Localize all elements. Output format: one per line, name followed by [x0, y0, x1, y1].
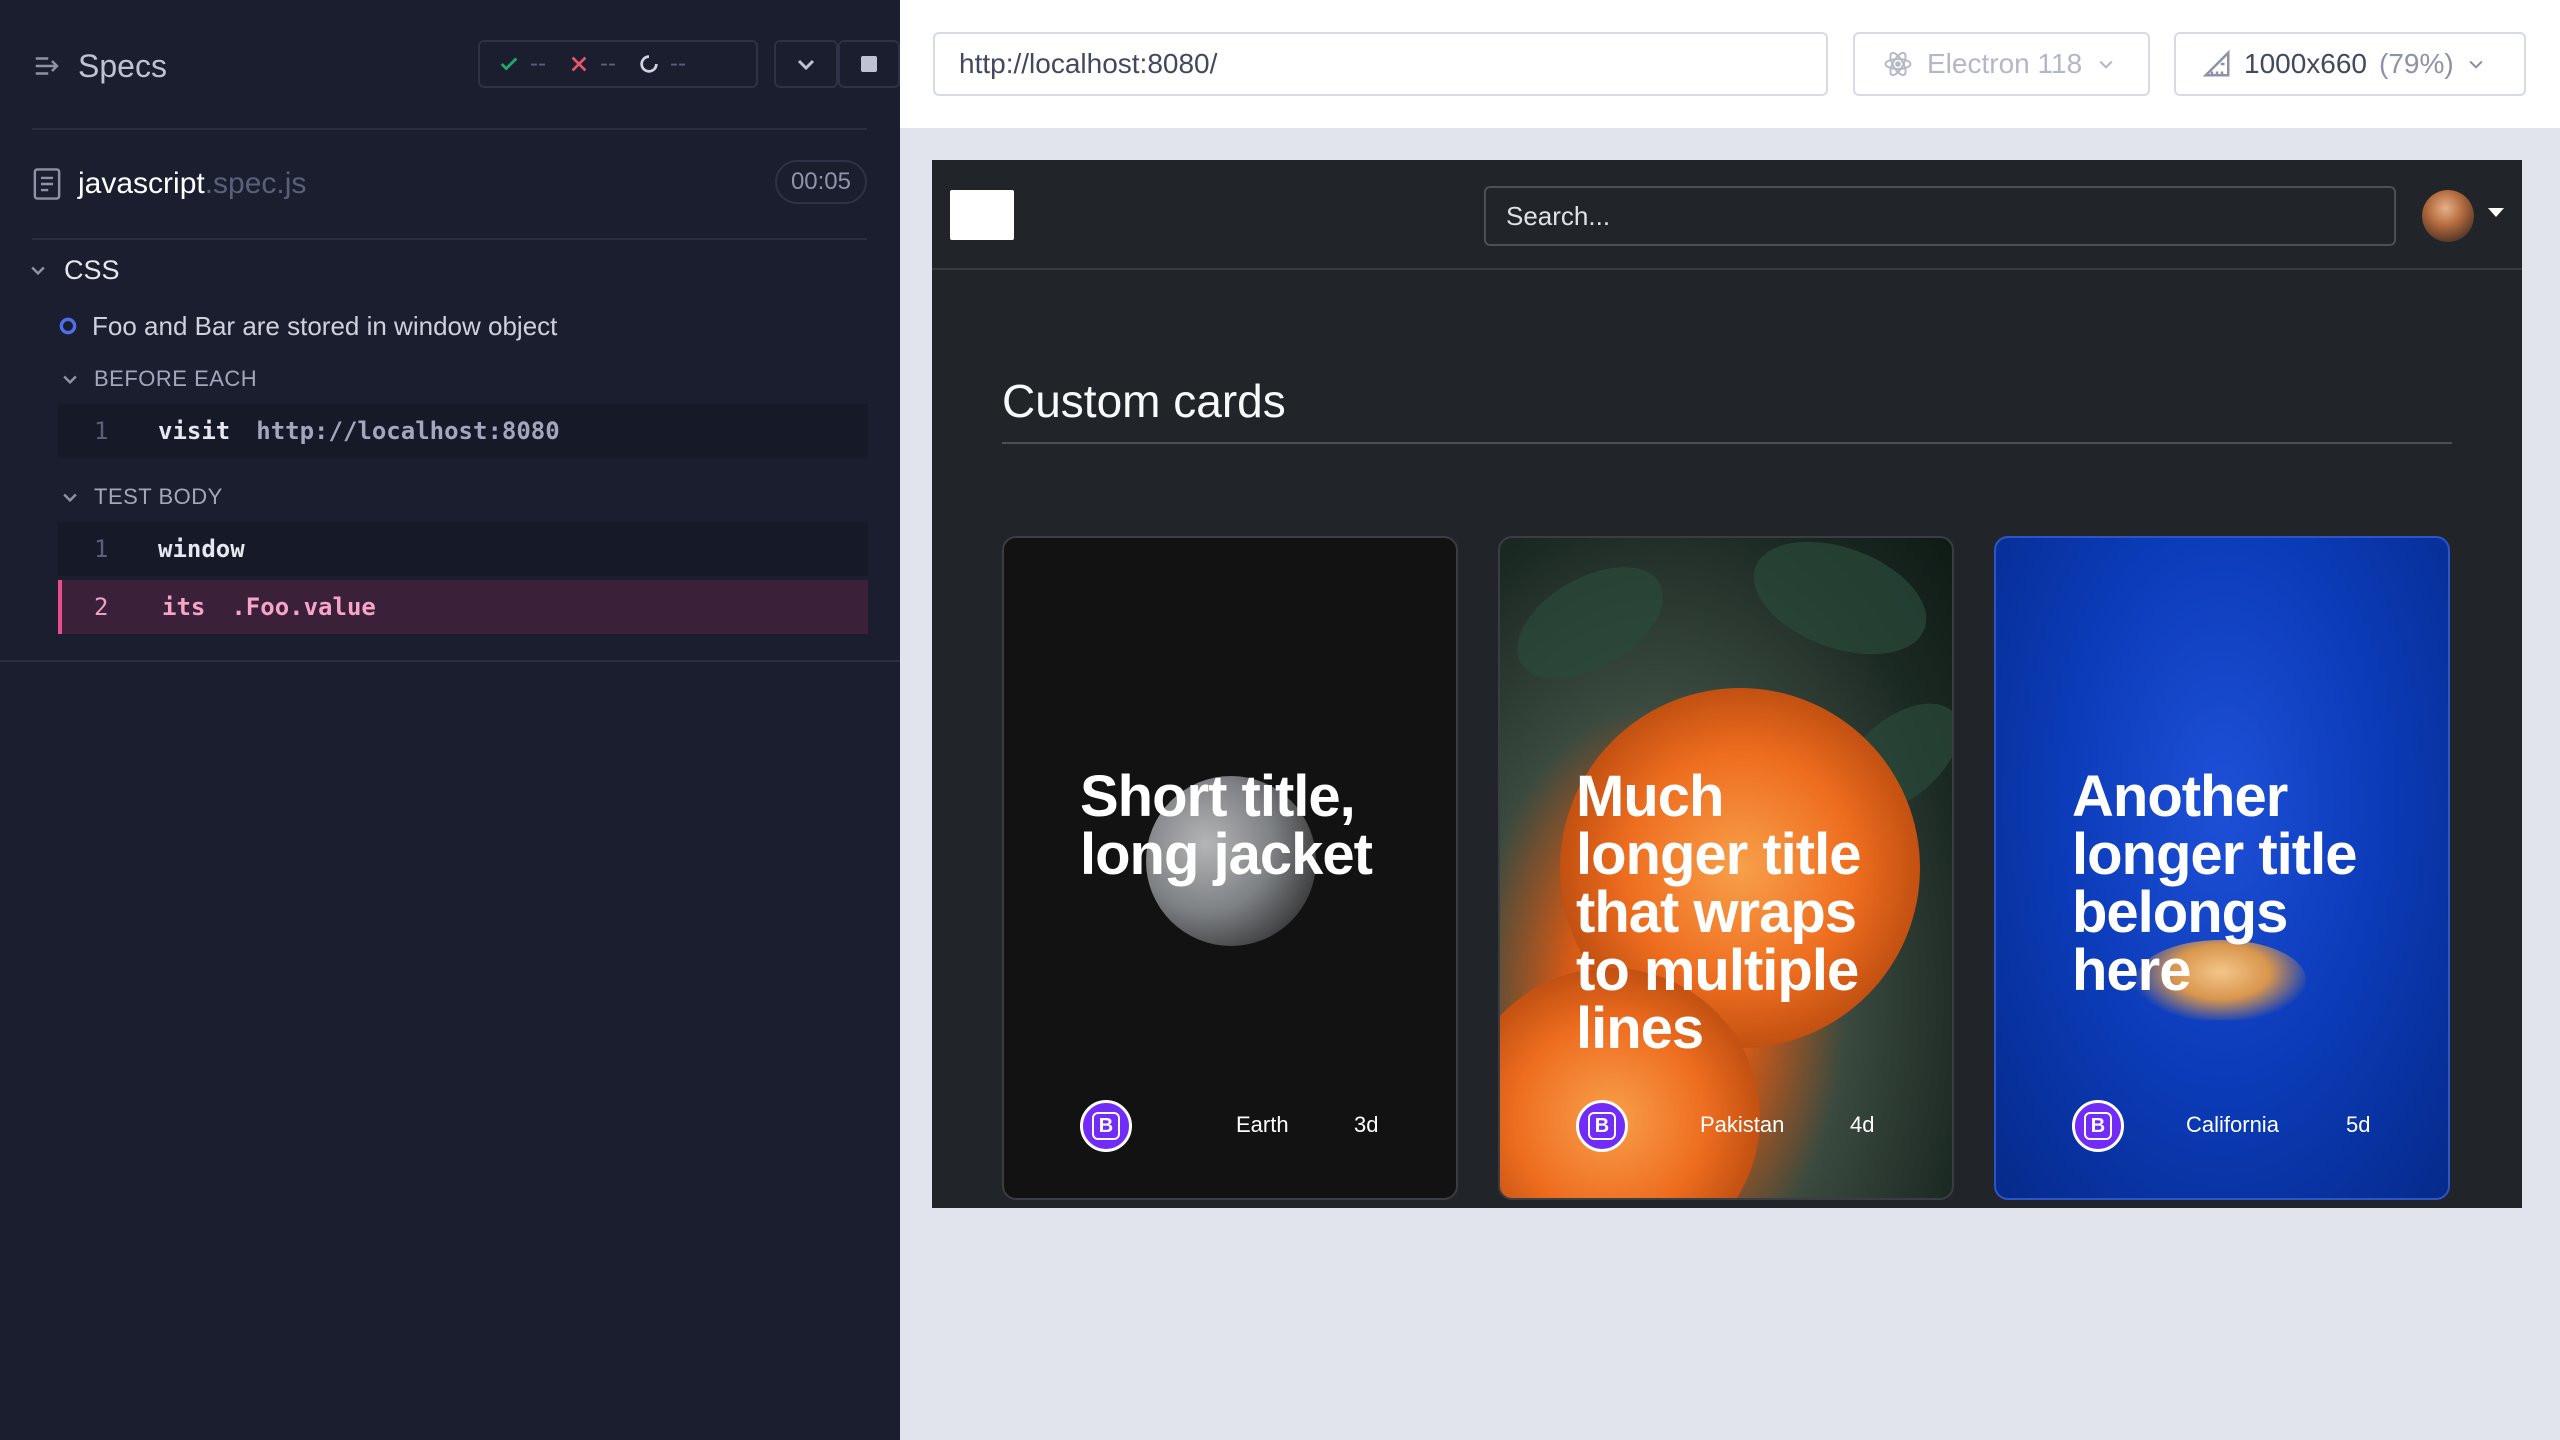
electron-icon — [1884, 51, 1912, 77]
card-location: Pakistan — [1700, 1112, 1785, 1137]
chevron-down-icon — [63, 493, 77, 503]
spec-file-row[interactable]: javascript .spec.js 00:05 — [32, 160, 867, 208]
chevron-down-icon — [31, 266, 45, 276]
browser-selector[interactable]: Electron 118 — [1853, 32, 2150, 96]
spec-file-ext: .spec.js — [204, 167, 307, 200]
card-footer: B Pakistan 4d — [1576, 1100, 1906, 1152]
viewport-scale: (79%) — [2379, 48, 2454, 79]
hook-test-body[interactable]: TEST BODY — [60, 480, 223, 514]
bootstrap-icon: B — [1080, 1100, 1132, 1152]
chevron-down-icon — [63, 375, 77, 385]
duration-badge: 00:05 — [774, 160, 867, 204]
card-title: Short title, long jacket — [1080, 764, 1373, 887]
running-icon — [59, 317, 77, 335]
card[interactable]: Short title, long jacket B Earth 3d — [1002, 536, 1458, 1200]
test-title: Foo and Bar are stored in window object — [92, 310, 558, 341]
chevron-down-icon — [2469, 60, 2483, 69]
card-title: Much longer title that wraps to multiple… — [1576, 764, 1861, 1061]
suite-row[interactable]: CSS — [28, 250, 120, 290]
document-icon — [33, 168, 61, 200]
specs-label: Specs — [78, 47, 167, 84]
passed-stat: -- — [498, 50, 546, 78]
failed-stat: -- — [568, 50, 616, 78]
hook-before-each[interactable]: BEFORE EACH — [60, 362, 257, 396]
stop-button[interactable] — [838, 40, 900, 88]
test-row[interactable]: Foo and Bar are stored in window object — [58, 308, 557, 344]
collapse-button[interactable] — [774, 40, 838, 88]
card-days: 3d — [1354, 1112, 1379, 1137]
command-row[interactable]: 1 window — [58, 522, 868, 576]
aut-iframe: Search... Custom cards Short title, long… — [932, 160, 2522, 1208]
site-logo[interactable] — [950, 190, 1014, 240]
divider — [32, 128, 867, 130]
divider — [1002, 442, 2452, 444]
command-message: http://localhost:8080 — [256, 417, 560, 445]
viewport-info[interactable]: 1000x660 (79%) — [2174, 32, 2526, 96]
divider — [0, 660, 900, 662]
command-row[interactable]: 1 visit http://localhost:8080 — [58, 404, 868, 458]
pending-stat: -- — [638, 50, 686, 78]
card[interactable]: Another longer title belongs here B Cali… — [1994, 536, 2450, 1200]
stop-icon — [861, 56, 877, 72]
leaf-image — [1738, 538, 1942, 676]
reporter-header: Specs -- -- -- — [32, 40, 900, 92]
spinner-icon — [640, 55, 658, 73]
command-message: .Foo.value — [231, 593, 376, 621]
caret-down-icon[interactable] — [2488, 208, 2504, 217]
x-icon — [571, 56, 587, 72]
section-title: Custom cards — [1002, 375, 1286, 427]
app-under-test: http://localhost:8080/ Electron 118 1000… — [900, 0, 2560, 1440]
browser-label: Electron 118 — [1927, 48, 2083, 79]
card-title: Another longer title belongs here — [2072, 764, 2357, 1003]
avatar[interactable] — [2422, 190, 2474, 242]
reporter-panel: Specs -- -- -- javascript .spec.js 00:05… — [0, 0, 900, 1440]
chevron-down-icon — [797, 59, 815, 71]
bootstrap-icon: B — [1576, 1100, 1628, 1152]
command-name: its — [162, 593, 206, 621]
spec-file-name: javascript — [78, 167, 205, 200]
card-days: 5d — [2346, 1112, 2371, 1137]
card[interactable]: Much longer title that wraps to multiple… — [1498, 536, 1954, 1200]
leaf-image — [1500, 544, 1682, 702]
card-location: California — [2186, 1112, 2279, 1137]
card-footer: B Earth 3d — [1080, 1100, 1410, 1152]
url-field[interactable]: http://localhost:8080/ — [933, 32, 1828, 96]
stats-panel: -- -- -- — [478, 40, 758, 88]
divider — [32, 238, 867, 240]
aut-header: http://localhost:8080/ Electron 118 1000… — [900, 0, 2560, 128]
ruler-icon — [2202, 49, 2230, 77]
specs-list-icon — [35, 57, 59, 75]
search-input[interactable]: Search... — [1484, 186, 2396, 246]
command-name: visit — [158, 417, 231, 445]
check-icon — [500, 57, 518, 71]
specs-button[interactable]: Specs — [32, 46, 167, 86]
command-name: window — [158, 535, 245, 563]
site-navbar: Search... — [932, 160, 2522, 270]
card-days: 4d — [1850, 1112, 1875, 1137]
bootstrap-icon: B — [2072, 1100, 2124, 1152]
chevron-down-icon — [2099, 60, 2113, 69]
suite-title: CSS — [64, 254, 120, 285]
card-footer: B California 5d — [2072, 1100, 2402, 1152]
card-location: Earth — [1236, 1112, 1289, 1137]
viewport-size: 1000x660 — [2244, 48, 2368, 79]
command-row-active[interactable]: 2 its .Foo.value — [58, 580, 868, 634]
